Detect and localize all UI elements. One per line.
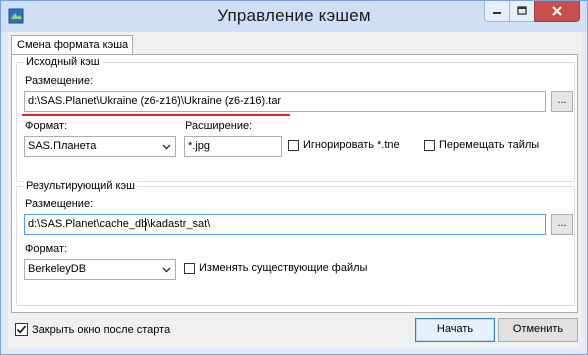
source-format-select[interactable]: SAS.Планета — [24, 136, 176, 157]
ignore-tne-label: Игнорировать *.tne — [303, 139, 400, 151]
chevron-down-icon — [158, 137, 175, 156]
close-icon — [552, 6, 562, 16]
title-bar[interactable]: Управление кэшем — [1, 1, 587, 32]
maximize-button[interactable] — [509, 1, 535, 22]
accent-underline — [22, 114, 290, 116]
extension-label: Расширение: — [185, 120, 253, 132]
source-location-input[interactable]: d:\SAS.Planet\Ukraine (z6-z16)\Ukraine (… — [24, 91, 546, 112]
result-format-value: BerkeleyDB — [28, 263, 87, 275]
overwrite-files-checkbox[interactable]: Изменять существующие файлы — [184, 262, 367, 274]
move-tiles-label: Перемещать тайлы — [439, 139, 540, 151]
overwrite-files-box — [184, 262, 195, 274]
close-after-start-box — [15, 323, 28, 336]
ignore-tne-box — [288, 139, 299, 151]
move-tiles-checkbox[interactable]: Перемещать тайлы — [424, 139, 539, 151]
start-button[interactable]: Начать — [415, 318, 495, 342]
close-after-start-label: Закрыть окно после старта — [32, 323, 171, 336]
cancel-button[interactable]: Отменить — [498, 318, 578, 342]
text-caret — [145, 218, 146, 231]
window: Управление кэшем Смена формата кэша Исхо… — [0, 0, 588, 355]
source-cache-title: Исходный кэш — [24, 56, 102, 68]
checkmark-icon — [16, 325, 27, 334]
chevron-down-icon — [158, 260, 175, 279]
source-format-value: SAS.Планета — [28, 140, 97, 152]
result-location-label: Размещение: — [25, 198, 94, 210]
maximize-icon — [517, 6, 527, 15]
extension-input[interactable]: *.jpg — [184, 136, 282, 157]
overwrite-files-label: Изменять существующие файлы — [199, 262, 368, 274]
source-cache-group: Исходный кэш — [16, 56, 575, 182]
tab-pane: Исходный кэш Размещение: d:\SAS.Planet\U… — [11, 54, 578, 313]
move-tiles-box — [424, 139, 435, 151]
minimize-button[interactable] — [484, 1, 510, 22]
result-format-label: Формат: — [25, 243, 68, 255]
tab-label: Смена формата кэша — [17, 39, 129, 51]
result-cache-group: Результирующий кэш — [16, 180, 575, 306]
result-location-input[interactable]: d:\SAS.Planet\cache_db\kadastr_sat\ — [24, 214, 546, 235]
source-location-label: Размещение: — [25, 75, 94, 87]
result-format-select[interactable]: BerkeleyDB — [24, 259, 176, 280]
close-button[interactable] — [534, 1, 580, 22]
source-browse-button[interactable]: ... — [551, 91, 573, 112]
tab-change-cache-format[interactable]: Смена формата кэша — [11, 35, 133, 55]
result-cache-title: Результирующий кэш — [24, 180, 137, 192]
result-browse-button[interactable]: ... — [551, 214, 573, 235]
minimize-icon — [493, 12, 501, 14]
source-format-label: Формат: — [25, 120, 68, 132]
close-after-start-checkbox[interactable]: Закрыть окно после старта — [15, 323, 170, 336]
dialog-client: Смена формата кэша Исходный кэш Размещен… — [8, 32, 581, 348]
ignore-tne-checkbox[interactable]: Игнорировать *.tne — [288, 139, 400, 151]
